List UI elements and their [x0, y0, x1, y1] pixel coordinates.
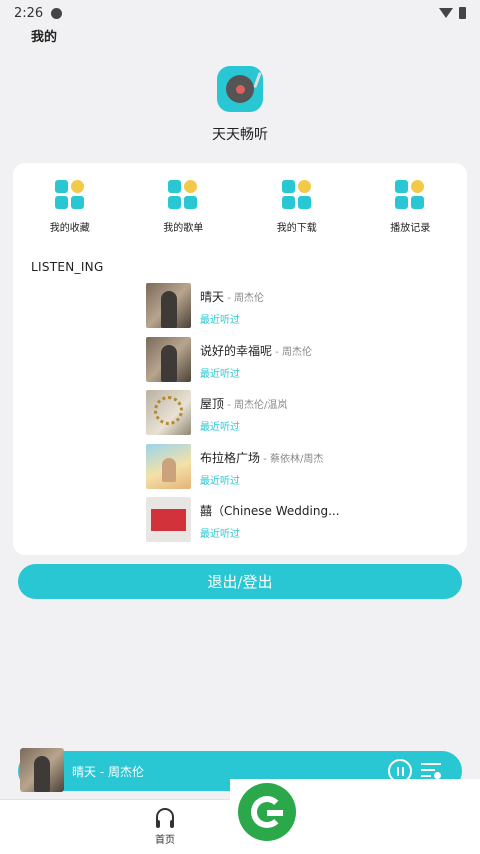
page-title: 我的	[31, 30, 58, 45]
watermark-overlay	[230, 779, 480, 854]
song-item[interactable]: 屋顶 - 周杰伦/温岚 最近听过	[146, 390, 456, 444]
song-title: 晴天	[200, 290, 225, 304]
album-cover	[146, 390, 191, 435]
status-bar: 2:26	[0, 0, 480, 26]
quick-action-history[interactable]: 播放记录	[354, 180, 468, 234]
song-title: 说好的幸福呢	[200, 343, 273, 358]
logout-button[interactable]: 退出/登出	[18, 564, 462, 599]
song-item[interactable]: 布拉格广场 - 蔡依林/周杰 最近听过	[146, 443, 456, 498]
app-logo-icon	[217, 66, 263, 112]
grid-icon	[395, 180, 425, 210]
quick-action-playlists[interactable]: 我的歌单	[127, 180, 241, 234]
section-title: LISTEN_ING	[31, 260, 104, 274]
watermark-logo-icon	[238, 783, 296, 841]
headphones-icon	[156, 808, 174, 828]
recent-tag: 最近听过	[200, 315, 240, 326]
quick-action-favorites[interactable]: 我的收藏	[13, 180, 127, 234]
quick-action-label: 我的收藏	[49, 223, 90, 234]
album-cover	[146, 443, 191, 489]
status-time: 2:26	[14, 5, 44, 21]
quick-action-label: 我的下载	[276, 223, 317, 234]
recent-tag: 最近听过	[200, 529, 240, 540]
song-title: 囍（Chinese Wedding...	[200, 504, 340, 518]
nav-home[interactable]: 首页	[140, 808, 190, 846]
song-artist: - 蔡依林/周杰	[260, 453, 324, 465]
album-cover	[146, 336, 191, 382]
song-title: 布拉格广场	[200, 450, 261, 465]
song-item[interactable]: 囍（Chinese Wedding... 最近听过	[146, 497, 456, 551]
recent-tag: 最近听过	[200, 475, 240, 487]
grid-icon	[54, 180, 85, 210]
song-item[interactable]: 晴天 - 周杰伦 最近听过	[146, 283, 456, 337]
song-artist: - 周杰伦/温岚	[224, 400, 288, 411]
song-item[interactable]: 说好的幸福呢 - 周杰伦 最近听过	[146, 336, 456, 391]
song-title: 屋顶	[200, 397, 225, 411]
song-artist: - 周杰伦	[224, 293, 264, 304]
battery-icon	[459, 7, 466, 19]
quick-action-downloads[interactable]: 我的下载	[240, 180, 354, 234]
album-cover	[146, 497, 191, 542]
profile-card: 我的收藏 我的歌单 我的下载 播放记录 LISTEN_ING 晴天 - 周杰伦 …	[13, 163, 467, 555]
song-artist: - 周杰伦	[272, 346, 312, 358]
quick-actions: 我的收藏 我的歌单 我的下载 播放记录	[13, 180, 467, 234]
song-list: 晴天 - 周杰伦 最近听过 说好的幸福呢 - 周杰伦 最近听过 屋顶 - 周杰伦…	[146, 283, 456, 551]
grid-icon	[281, 180, 312, 210]
album-cover	[146, 283, 191, 328]
grid-icon	[168, 180, 198, 210]
recent-tag: 最近听过	[200, 422, 240, 433]
notification-dot-icon	[51, 7, 63, 19]
quick-action-label: 我的歌单	[163, 223, 204, 234]
quick-action-label: 播放记录	[390, 223, 431, 234]
app-name: 天天畅听	[212, 127, 268, 143]
now-playing-cover	[20, 748, 64, 792]
nav-home-label: 首页	[155, 835, 175, 846]
recent-tag: 最近听过	[200, 368, 240, 380]
now-playing-title: 晴天 - 周杰伦	[72, 765, 144, 779]
wifi-icon	[439, 8, 453, 18]
